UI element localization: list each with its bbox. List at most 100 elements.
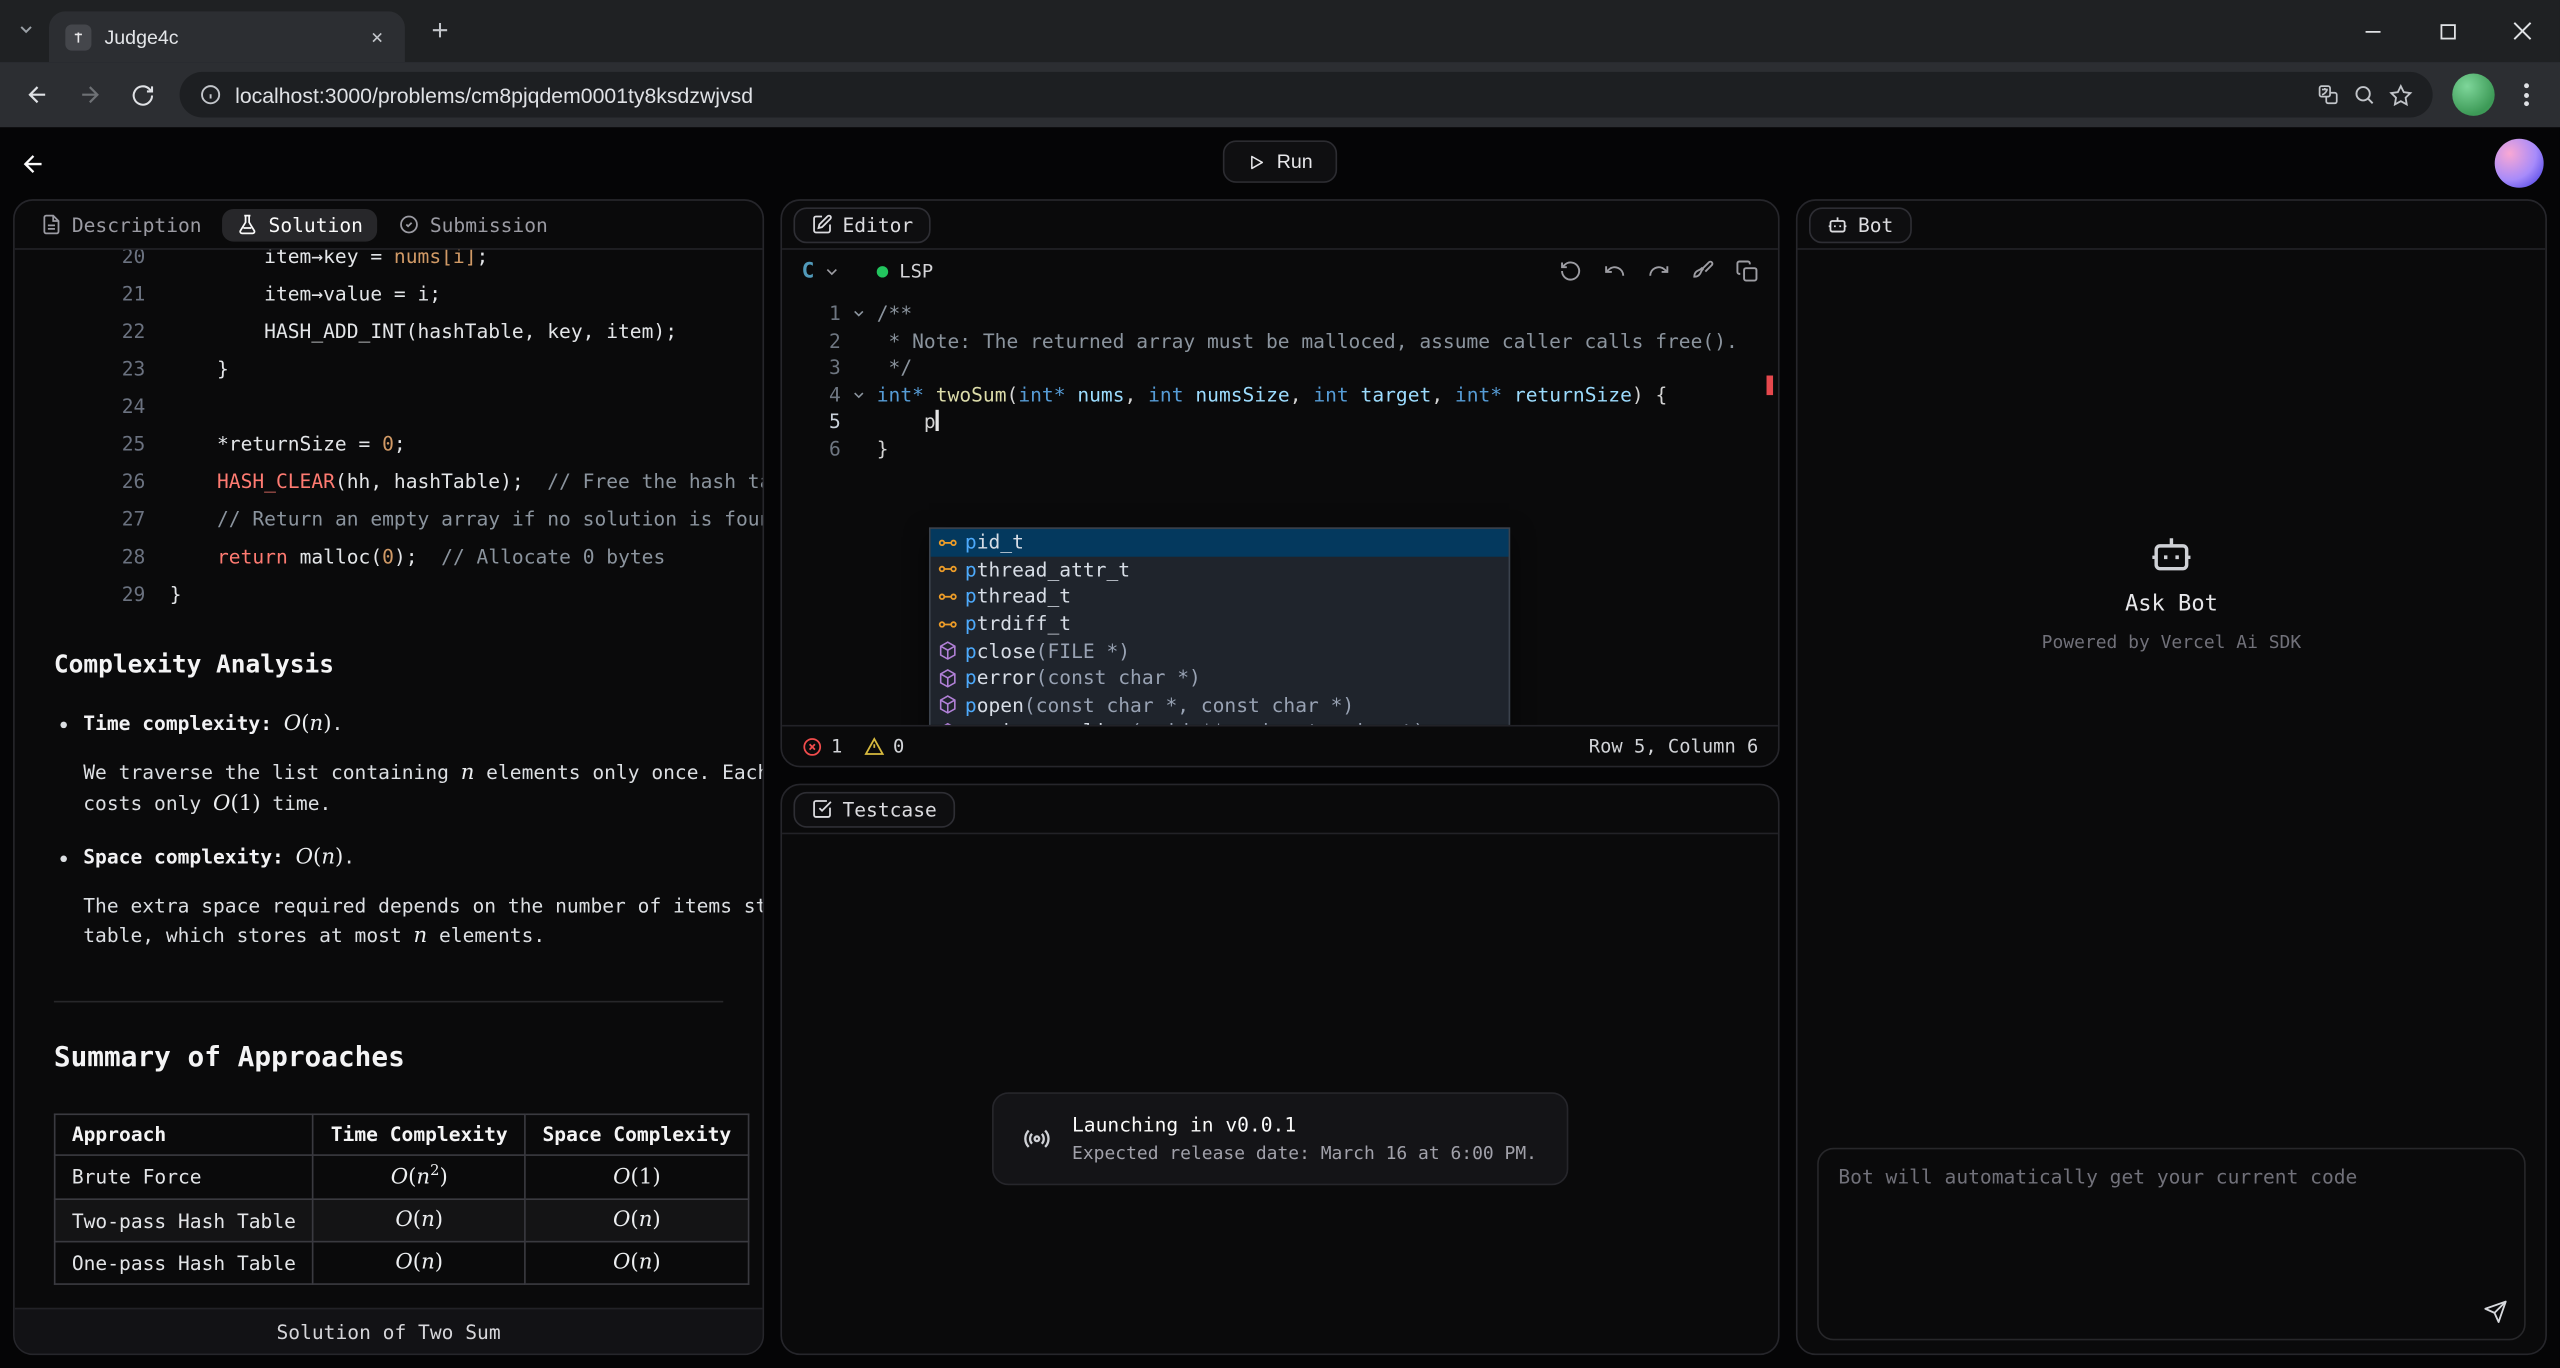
- line-number: 23: [15, 351, 146, 389]
- site-info-icon[interactable]: [199, 83, 222, 106]
- editor-code-line[interactable]: 2 * Note: The returned array must be mal…: [782, 327, 1778, 354]
- bot-message-input[interactable]: [1819, 1149, 2524, 1338]
- user-avatar[interactable]: [2495, 139, 2544, 188]
- warning-count-icon: [864, 736, 885, 757]
- code-line: 20 item→key = nums[i];: [15, 250, 763, 276]
- editor-tab[interactable]: Editor: [793, 207, 931, 243]
- table-cell: Brute Force: [55, 1155, 313, 1200]
- math-expression: O(n): [284, 712, 332, 736]
- line-number: 29: [15, 576, 146, 614]
- code-line: 21 item→value = i;: [15, 276, 763, 314]
- browser-menu-icon[interactable]: [2504, 73, 2546, 115]
- bot-icon: [1827, 214, 1848, 235]
- undo-icon[interactable]: [1603, 260, 1626, 283]
- suggest-item[interactable]: ptrdiff_t: [931, 610, 1509, 637]
- url-text[interactable]: localhost:3000/problems/cm8pjqdem0001ty8…: [235, 82, 2304, 106]
- language-select[interactable]: [823, 262, 841, 280]
- tab-label: Solution: [269, 213, 363, 236]
- editor-code-line[interactable]: 3 */: [782, 355, 1778, 382]
- bookmark-star-icon[interactable]: [2389, 82, 2413, 106]
- summary-table: ApproachTime ComplexitySpace Complexity …: [54, 1113, 749, 1285]
- code-editor[interactable]: 1/**2 * Note: The returned array must be…: [782, 292, 1778, 725]
- divider: [54, 1001, 723, 1003]
- format-brush-icon[interactable]: [1691, 260, 1714, 283]
- editor-line-number: 5: [782, 409, 841, 436]
- minimize-button[interactable]: [2335, 0, 2410, 62]
- send-message-button[interactable]: [2483, 1300, 2507, 1324]
- symbol-method-icon: [937, 667, 958, 688]
- lens-search-icon[interactable]: [2353, 83, 2376, 106]
- run-label: Run: [1277, 150, 1313, 173]
- problem-panel: Description Solution Submission 20 item→…: [13, 199, 764, 1355]
- math-expression: O(n): [296, 846, 344, 870]
- forward-nav-icon[interactable]: [65, 70, 114, 119]
- summary-table-head-row: ApproachTime ComplexitySpace Complexity: [55, 1114, 749, 1155]
- suggest-item[interactable]: posix_memalign(void **, size_t, size_t): [931, 719, 1509, 725]
- tab-label: Description: [72, 213, 202, 236]
- math-expression: O(1): [613, 1165, 660, 1189]
- launch-toast: Launching in v0.0.1 Expected release dat…: [992, 1092, 1568, 1185]
- testcase-tab-label: Testcase: [842, 798, 936, 821]
- suggest-item[interactable]: pthread_t: [931, 583, 1509, 610]
- editor-code-line[interactable]: 5 p: [782, 409, 1778, 436]
- line-number: 20: [15, 250, 146, 276]
- tab-description[interactable]: Description: [26, 208, 216, 241]
- fold-chevron-icon[interactable]: [841, 300, 877, 327]
- table-cell: O(n): [313, 1242, 525, 1284]
- suggest-item[interactable]: pclose(FILE *): [931, 637, 1509, 664]
- reload-icon[interactable]: [118, 70, 167, 119]
- suggest-label: pthread_attr_t: [965, 558, 1130, 581]
- suggest-label: pclose(FILE *): [965, 639, 1130, 662]
- line-number: 28: [15, 539, 146, 577]
- line-number: 27: [15, 501, 146, 539]
- editor-line-number: 2: [782, 327, 841, 354]
- summary-heading: Summary of Approaches: [54, 1042, 763, 1075]
- run-button[interactable]: Run: [1223, 140, 1337, 182]
- app-back-button[interactable]: [20, 149, 48, 177]
- reset-code-icon[interactable]: [1559, 260, 1582, 283]
- math-expression: n: [461, 761, 475, 785]
- editor-code-line[interactable]: 1/**: [782, 300, 1778, 327]
- browser-profile-avatar[interactable]: [2452, 73, 2494, 115]
- bot-tab[interactable]: Bot: [1809, 207, 1911, 243]
- address-bar[interactable]: localhost:3000/problems/cm8pjqdem0001ty8…: [180, 72, 2433, 118]
- fold-gutter: [841, 436, 877, 463]
- flask-icon: [238, 214, 259, 235]
- editor-code-line[interactable]: 6}: [782, 436, 1778, 463]
- solution-content: 20 item→key = nums[i];21 item→value = i;…: [15, 250, 763, 1308]
- language-c-icon: C: [802, 259, 815, 283]
- symbol-method-icon: [937, 640, 958, 661]
- fold-chevron-icon[interactable]: [841, 382, 877, 409]
- suggest-item[interactable]: popen(const char *, const char *): [931, 692, 1509, 719]
- symbol-class-icon: [937, 613, 958, 634]
- suggest-item[interactable]: pid_t: [931, 529, 1509, 556]
- tab-submission[interactable]: Submission: [384, 208, 562, 241]
- editor-line-number: 4: [782, 382, 841, 409]
- error-count-icon: [802, 736, 823, 757]
- back-nav-icon[interactable]: [13, 70, 62, 119]
- close-button[interactable]: [2485, 0, 2560, 62]
- editor-code-line[interactable]: 4int* twoSum(int* nums, int numsSize, in…: [782, 382, 1778, 409]
- symbol-class-icon: [937, 586, 958, 607]
- new-tab-button[interactable]: [428, 18, 452, 42]
- testcase-tab[interactable]: Testcase: [793, 791, 954, 827]
- redo-icon[interactable]: [1647, 260, 1670, 283]
- tab-solution[interactable]: Solution: [223, 208, 378, 241]
- screen: Judge4c: [0, 0, 2560, 1368]
- testcase-panel-header: Testcase: [782, 785, 1778, 834]
- complexity-heading: Complexity Analysis: [54, 650, 763, 679]
- suggest-item[interactable]: pthread_attr_t: [931, 556, 1509, 583]
- editor-actions: [1559, 260, 1758, 283]
- table-cell: O(n): [313, 1200, 525, 1242]
- maximize-button[interactable]: [2410, 0, 2485, 62]
- translate-icon[interactable]: [2317, 83, 2340, 106]
- complexity-item: Space complexity: O(n).The extra space r…: [83, 846, 762, 952]
- tab-close-icon[interactable]: [366, 25, 389, 48]
- testcase-panel: Testcase Launching in v0.0.1 Expected re…: [780, 784, 1779, 1355]
- browser-tab[interactable]: Judge4c: [49, 11, 405, 62]
- bot-tab-label: Bot: [1858, 213, 1893, 236]
- tab-search-icon[interactable]: [16, 20, 36, 40]
- suggest-item[interactable]: perror(const char *): [931, 664, 1509, 691]
- symbol-class-icon: [937, 559, 958, 580]
- copy-icon[interactable]: [1736, 260, 1759, 283]
